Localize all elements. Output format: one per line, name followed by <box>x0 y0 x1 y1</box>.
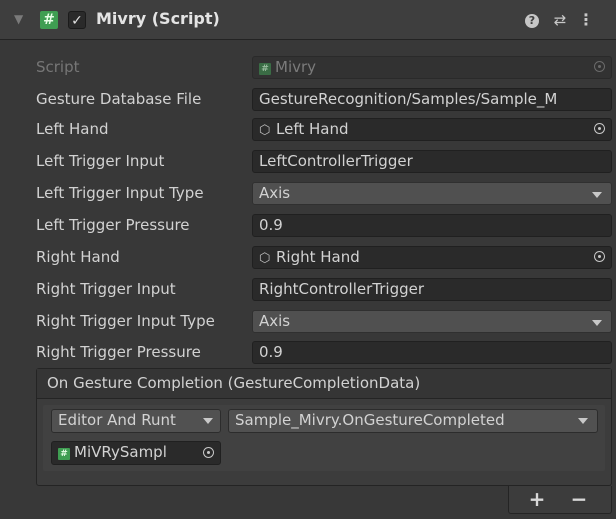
right-trigger-pressure-input[interactable]: 0.9 <box>252 341 612 364</box>
foldout-triangle-icon[interactable]: ▼ <box>14 12 23 26</box>
left-trigger-pressure-label: Left Trigger Pressure <box>36 216 190 234</box>
chevron-down-icon <box>592 320 602 326</box>
method-value: Sample_Mivry.OnGestureCompleted <box>235 411 505 429</box>
call-state-value: Editor And Runt <box>58 411 176 429</box>
row-left-trigger-input: Left Trigger Input LeftControllerTrigger <box>0 150 616 174</box>
left-hand-label: Left Hand <box>36 120 109 138</box>
right-trigger-pressure-label: Right Trigger Pressure <box>36 343 201 361</box>
row-right-trigger-input: Right Trigger Input RightControllerTrigg… <box>0 278 616 302</box>
script-hash-icon: # <box>40 11 58 29</box>
row-right-hand: Right Hand ⬡ Right Hand <box>0 246 616 270</box>
object-picker-icon[interactable] <box>594 251 605 262</box>
row-right-trigger-pressure: Right Trigger Pressure 0.9 <box>0 341 616 365</box>
row-left-trigger-pressure: Left Trigger Pressure 0.9 <box>0 214 616 238</box>
event-list-footer: + − <box>508 486 612 514</box>
gesture-db-input[interactable]: GestureRecognition/Samples/Sample_M <box>252 88 612 111</box>
script-file-icon: # <box>58 448 70 460</box>
component-title: Mivry (Script) <box>96 9 220 28</box>
script-label: Script <box>36 58 80 76</box>
row-right-trigger-type: Right Trigger Input Type Axis <box>0 310 616 334</box>
enable-checkbox[interactable]: ✓ <box>68 11 86 29</box>
row-gesture-database: Gesture Database File GestureRecognition… <box>0 88 616 112</box>
left-trigger-type-label: Left Trigger Input Type <box>36 184 204 202</box>
left-trigger-type-value: Axis <box>259 184 291 202</box>
remove-listener-button[interactable]: − <box>559 487 599 511</box>
event-title: On Gesture Completion (GestureCompletion… <box>47 374 421 392</box>
left-hand-object-field[interactable]: ⬡ Left Hand <box>252 118 612 141</box>
left-trigger-input-label: Left Trigger Input <box>36 152 165 170</box>
method-dropdown[interactable]: Sample_Mivry.OnGestureCompleted <box>228 409 598 433</box>
chevron-down-icon <box>592 192 602 198</box>
target-value: MiVRySampl <box>74 443 167 461</box>
row-script: Script # Mivry <box>0 56 616 80</box>
right-trigger-input-label: Right Trigger Input <box>36 280 176 298</box>
target-object-field[interactable]: # MiVRySampl <box>51 441 221 465</box>
kebab-menu-icon[interactable]: ⋮ <box>576 10 596 30</box>
right-trigger-type-dropdown[interactable]: Axis <box>252 310 612 333</box>
right-hand-object-field[interactable]: ⬡ Right Hand <box>252 246 612 269</box>
script-value: Mivry <box>275 58 317 76</box>
component-header[interactable]: ▼ # ✓ Mivry (Script) ? ⇄ ⋮ <box>0 0 616 40</box>
add-listener-button[interactable]: + <box>517 487 557 511</box>
object-picker-icon[interactable] <box>594 123 605 134</box>
script-file-icon: # <box>259 63 271 75</box>
event-header: On Gesture Completion (GestureCompletion… <box>37 369 611 399</box>
object-picker-icon[interactable] <box>203 447 214 458</box>
right-trigger-input-field[interactable]: RightControllerTrigger <box>252 278 612 301</box>
gameobject-cube-icon: ⬡ <box>259 251 271 266</box>
left-trigger-pressure-input[interactable]: 0.9 <box>252 214 612 237</box>
right-hand-value: Right Hand <box>276 248 360 266</box>
chevron-down-icon <box>578 418 588 424</box>
right-hand-label: Right Hand <box>36 248 120 266</box>
right-trigger-type-label: Right Trigger Input Type <box>36 312 215 330</box>
row-left-trigger-type: Left Trigger Input Type Axis <box>0 182 616 206</box>
chevron-down-icon <box>203 418 213 424</box>
help-question-icon[interactable]: ? <box>522 10 542 30</box>
left-trigger-type-dropdown[interactable]: Axis <box>252 182 612 205</box>
gesture-db-label: Gesture Database File <box>36 90 202 108</box>
call-state-dropdown[interactable]: Editor And Runt <box>51 409 221 433</box>
script-field: # Mivry <box>252 56 612 79</box>
left-trigger-input-field[interactable]: LeftControllerTrigger <box>252 150 612 173</box>
row-left-hand: Left Hand ⬡ Left Hand <box>0 118 616 142</box>
object-picker-icon <box>594 61 605 72</box>
presets-sliders-icon[interactable]: ⇄ <box>550 10 570 30</box>
left-hand-value: Left Hand <box>276 120 349 138</box>
gameobject-cube-icon: ⬡ <box>259 123 271 138</box>
unity-event-box: On Gesture Completion (GestureCompletion… <box>36 368 612 486</box>
right-trigger-type-value: Axis <box>259 312 291 330</box>
event-listener-row[interactable]: Editor And Runt Sample_Mivry.OnGestureCo… <box>43 405 605 471</box>
